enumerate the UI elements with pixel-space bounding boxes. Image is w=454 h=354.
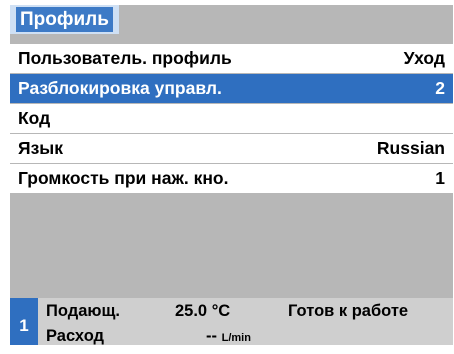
device-screen: Профиль Пользователь. профиль Уход Разбл… <box>0 0 454 345</box>
status-bar: 1 Подающ. 25.0 °C Расход -- L/min Готов … <box>10 298 453 345</box>
supply-label: Подающ. <box>46 302 120 320</box>
menu-item-value: 1 <box>435 168 445 188</box>
menu-item-label: Язык <box>18 138 63 158</box>
menu-item-value: 2 <box>435 78 445 98</box>
menu-item-control-unlock[interactable]: Разблокировка управл. 2 <box>10 74 453 103</box>
menu-item-label: Пользователь. профиль <box>18 48 232 68</box>
flow-label: Расход <box>46 327 105 345</box>
flow-value: -- <box>206 327 217 345</box>
menu-item-code[interactable]: Код <box>10 104 453 133</box>
flow-value-group: -- L/min <box>206 327 251 346</box>
menu-item-label: Разблокировка управл. <box>18 78 222 98</box>
flow-unit: L/min <box>221 332 251 344</box>
settings-menu: Пользователь. профиль Уход Разблокировка… <box>10 44 453 194</box>
status-number-badge: 1 <box>10 298 38 345</box>
page-title-label: Профиль <box>16 7 113 32</box>
supply-temperature: 25.0 °C <box>175 302 231 320</box>
menu-item-key-volume[interactable]: Громкость при наж. кно. 1 <box>10 164 453 193</box>
menu-item-value: Russian <box>376 138 445 158</box>
menu-item-value: Уход <box>403 48 445 68</box>
menu-item-label: Код <box>18 108 51 128</box>
page-title: Профиль <box>10 5 119 34</box>
menu-item-label: Громкость при наж. кно. <box>18 168 229 188</box>
menu-item-language[interactable]: Язык Russian <box>10 134 453 163</box>
menu-item-user-profile[interactable]: Пользователь. профиль Уход <box>10 44 453 73</box>
status-state: Готов к работе <box>288 302 409 320</box>
